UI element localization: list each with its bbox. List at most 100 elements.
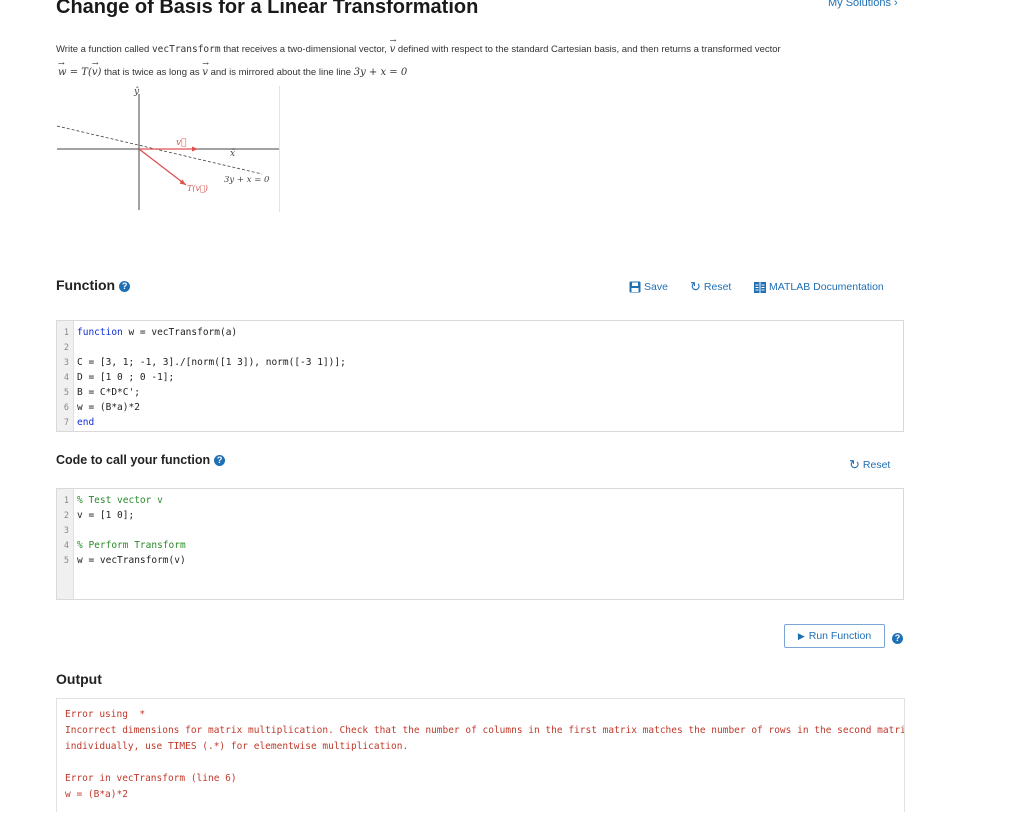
- output-line: Error using *: [65, 709, 146, 720]
- code-line[interactable]: 3: [57, 523, 69, 538]
- code-keyword: function: [77, 327, 123, 338]
- reset-function-button[interactable]: ↻ Reset: [690, 279, 732, 294]
- code-line[interactable]: 5 w = vecTransform(v): [57, 553, 186, 568]
- help-icon[interactable]: ?: [119, 281, 131, 292]
- line-number: 7: [63, 418, 69, 428]
- line-number: 3: [63, 358, 69, 368]
- reset-call-button[interactable]: ↻ Reset: [849, 457, 891, 472]
- documentation-label: MATLAB Documentation: [769, 281, 884, 293]
- code-text: function w = vecTransform(a): [77, 325, 237, 340]
- vector-v-arrowhead: [192, 146, 198, 152]
- code-text: C = [3, 1; -1, 3]./[norm([1 3]), norm([-…: [77, 355, 346, 370]
- vector-tv-label: T(v⃗): [187, 184, 208, 193]
- math-text: = T(: [66, 67, 92, 78]
- code-text: end: [77, 415, 94, 430]
- code-text: v = [1 0];: [77, 508, 134, 523]
- diagram-divider: [279, 86, 280, 212]
- code-line[interactable]: 2 v = [1 0];: [57, 508, 134, 523]
- code-token: w = (B*a)*2: [77, 402, 140, 413]
- desc-text: that receives a two-dimensional vector,: [223, 44, 387, 55]
- line-number: 6: [63, 403, 69, 413]
- page-title: Change of Basis for a Linear Transformat…: [56, 0, 479, 18]
- mirror-line-label: 3y + x = 0: [224, 175, 270, 185]
- code-line[interactable]: 5 B = C*D*C';: [57, 385, 140, 400]
- desc-text: and is mirrored about the line line: [210, 67, 352, 78]
- code-line[interactable]: 6 w = (B*a)*2: [57, 400, 140, 415]
- line-number: 2: [63, 343, 69, 353]
- problem-description-line-2: w = T(v) that is twice as long as v and …: [58, 59, 408, 78]
- code-token: D = [1 0 ; 0 -1];: [77, 372, 175, 383]
- code-comment: % Perform Transform: [77, 540, 186, 551]
- reset-label: Reset: [862, 459, 891, 471]
- code-line[interactable]: 7 end: [57, 415, 94, 430]
- code-token: v = [1 0];: [77, 510, 135, 521]
- x-axis-label: x̂: [230, 148, 235, 159]
- help-icon[interactable]: ?: [892, 633, 903, 644]
- reset-icon: ↻: [849, 457, 860, 472]
- line-number: 3: [63, 526, 69, 536]
- output-panel: Error using * Incorrect dimensions for ma…: [56, 698, 905, 812]
- code-comment: % Test vector v: [77, 495, 163, 506]
- save-button[interactable]: Save: [629, 281, 668, 293]
- function-name-code: vecTransform: [151, 44, 221, 55]
- code-token: C = [3, 1; -1, 3]./[norm([1 3]), norm([-…: [77, 357, 346, 368]
- line-number: 2: [63, 511, 69, 521]
- line-number: 4: [63, 373, 69, 383]
- code-text: % Perform Transform: [77, 538, 186, 553]
- output-line: w = (B*a)*2: [65, 789, 128, 800]
- code-token: B = C*D*C';: [77, 387, 140, 398]
- function-code-editor[interactable]: 1 function w = vecTransform(a) 2 3 C = [3, 1…: [56, 320, 904, 432]
- code-text: B = C*D*C';: [77, 385, 140, 400]
- call-heading-text: Code to call your function: [56, 453, 211, 467]
- run-function-label: Run Function: [808, 630, 872, 642]
- documentation-icon: [754, 281, 766, 293]
- code-token: w = vecTransform(v): [77, 555, 186, 566]
- line-number: 5: [63, 556, 69, 566]
- code-token: w = vecTransform(a): [122, 327, 238, 338]
- call-code-editor[interactable]: 1 % Test vector v 2 v = [1 0]; 3 4 % Perform T…: [56, 488, 904, 600]
- function-heading-text: Function: [56, 277, 116, 293]
- code-line[interactable]: 1 function w = vecTransform(a): [57, 325, 237, 340]
- vector-w-symbol: w: [58, 59, 67, 78]
- line-number: 1: [63, 328, 69, 338]
- output-line: Error in vecTransform (line 6): [65, 773, 237, 784]
- code-text: w = vecTransform(v): [77, 553, 186, 568]
- help-icon[interactable]: ?: [214, 455, 226, 466]
- vector-v-symbol: v: [202, 59, 208, 78]
- code-text: w = (B*a)*2: [77, 400, 140, 415]
- line-equation: 3y + x = 0: [353, 67, 408, 78]
- matlab-documentation-button[interactable]: MATLAB Documentation: [754, 281, 884, 293]
- reset-icon: ↻: [690, 279, 701, 294]
- save-label: Save: [644, 281, 668, 293]
- desc-text: that is twice as long as: [104, 67, 200, 78]
- call-function-heading: Code to call your function?: [56, 453, 226, 467]
- code-text: D = [1 0 ; 0 -1];: [77, 370, 174, 385]
- play-icon: ▶: [797, 630, 805, 641]
- save-icon: [629, 281, 641, 293]
- reset-label: Reset: [703, 281, 732, 293]
- desc-text: Write a function called: [56, 44, 150, 55]
- code-keyword: end: [77, 417, 95, 428]
- line-number: 4: [63, 541, 69, 551]
- code-line[interactable]: 3 C = [3, 1; -1, 3]./[norm([1 3]), norm([…: [57, 355, 346, 370]
- vector-v-symbol: v: [390, 36, 396, 55]
- output-heading: Output: [56, 671, 102, 687]
- code-line[interactable]: 4 D = [1 0 ; 0 -1];: [57, 370, 174, 385]
- my-solutions-link[interactable]: My Solutions ›: [828, 0, 898, 9]
- line-number: 1: [63, 496, 69, 506]
- line-number: 5: [63, 388, 69, 398]
- run-function-button[interactable]: ▶ Run Function: [784, 624, 885, 648]
- function-heading: Function?: [56, 277, 131, 293]
- run-help: ?: [892, 629, 903, 647]
- output-line: individually, use TIMES (.*) for element…: [65, 741, 409, 752]
- desc-text: defined with respect to the standard Car…: [397, 44, 781, 55]
- code-line[interactable]: 1 % Test vector v: [57, 493, 163, 508]
- problem-description-line-1: Write a function called vecTransform tha…: [56, 36, 781, 55]
- code-line[interactable]: 4 % Perform Transform: [57, 538, 186, 553]
- code-line[interactable]: 2: [57, 340, 69, 355]
- vector-v-symbol: v: [92, 59, 98, 78]
- reflection-diagram: ŷ x̂ v⃗ T(v⃗) 3y + x = 0: [56, 86, 280, 210]
- y-axis-label: ŷ: [133, 86, 140, 97]
- output-line: Incorrect dimensions for matrix multipli…: [65, 725, 905, 736]
- math-text: ): [97, 67, 102, 78]
